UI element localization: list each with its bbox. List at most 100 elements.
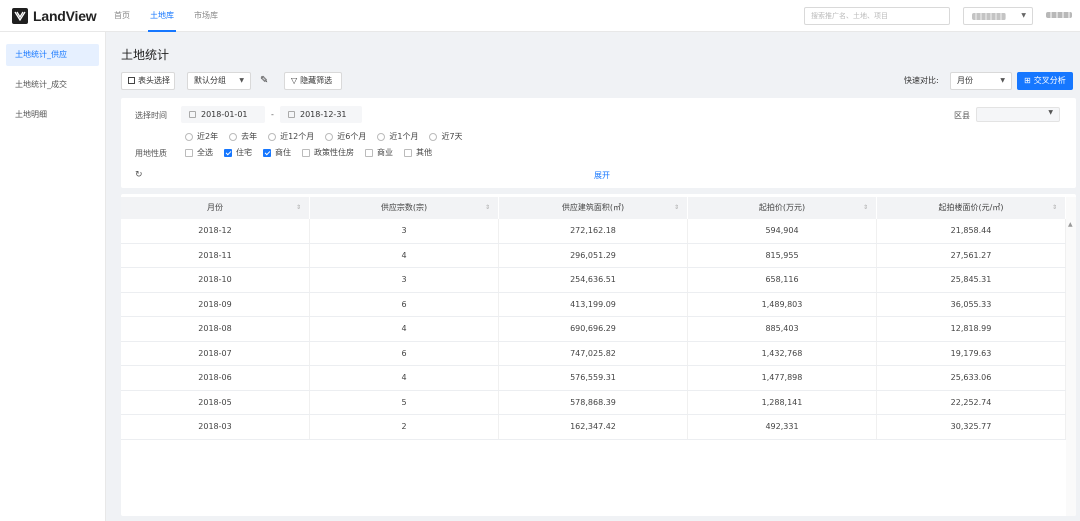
- table-cell: 2018-06: [121, 366, 310, 390]
- range-option-2y[interactable]: 近2年: [185, 131, 218, 142]
- nav-land-library[interactable]: 土地库: [142, 0, 182, 32]
- column-header-supply-area[interactable]: 供应建筑面积(㎡) ⇕: [499, 197, 688, 219]
- usage-option-commercial-residential[interactable]: 商住: [263, 147, 291, 158]
- usage-option-residential[interactable]: 住宅: [224, 147, 252, 158]
- time-label: 选择时间: [135, 111, 167, 120]
- scroll-up-icon[interactable]: ▲: [1068, 221, 1073, 228]
- table-cell: 885,403: [688, 317, 877, 341]
- column-header-start-price[interactable]: 起拍价(万元) ⇕: [688, 197, 877, 219]
- table-cell: 1,432,768: [688, 341, 877, 365]
- chevron-down-icon: ▼: [239, 77, 244, 84]
- usage-option-commercial[interactable]: 商业: [365, 147, 393, 158]
- end-date-input[interactable]: 2018-12-31: [280, 106, 362, 123]
- quick-compare-select[interactable]: 月份 ▼: [950, 72, 1012, 90]
- table-cell: 6: [310, 341, 499, 365]
- toolbar: 表头选择 默认分组 ▼ ✎ ▽ 隐藏筛选 快速对比: 月份 ▼ ⊞ 交叉分析: [121, 72, 1076, 90]
- nav-market-library[interactable]: 市场库: [186, 0, 226, 32]
- table-cell: 2018-05: [121, 390, 310, 414]
- table-cell: 162,347.42: [499, 415, 688, 439]
- table-body: 2018-12 3 272,162.18 594,904 21,858.44 2018-1…: [121, 219, 1066, 440]
- checkbox-checked-icon: [263, 148, 271, 157]
- table-row[interactable]: 2018-03 2 162,347.42 492,331 30,325.77: [121, 415, 1066, 440]
- usage-label: 用地性质: [135, 149, 167, 158]
- range-option-7d[interactable]: 近7天: [429, 131, 463, 142]
- table-scrollbar[interactable]: ▲: [1066, 197, 1076, 516]
- table-row[interactable]: 2018-08 4 690,696.29 885,403 12,818.99: [121, 317, 1066, 342]
- table-cell: 2018-12: [121, 219, 310, 243]
- range-option-6m[interactable]: 近6个月: [325, 131, 366, 142]
- table-row[interactable]: 2018-10 3 254,636.51 658,116 25,845.31: [121, 268, 1066, 293]
- table-row[interactable]: 2018-06 4 576,559.31 1,477,898 25,633.06: [121, 366, 1066, 391]
- table-cell: 1,477,898: [688, 366, 877, 390]
- usage-option-all[interactable]: 全选: [185, 147, 213, 158]
- table-cell: 2018-08: [121, 317, 310, 341]
- nav-home[interactable]: 首页: [106, 0, 138, 32]
- sort-icon[interactable]: ⇕: [863, 197, 868, 219]
- sort-icon[interactable]: ⇕: [1052, 197, 1057, 219]
- table-cell: 2018-07: [121, 341, 310, 365]
- grid-icon: ⊞: [1024, 76, 1031, 85]
- usage-option-policy-housing[interactable]: 政策性住房: [302, 147, 354, 158]
- table-cell: 12,818.99: [877, 317, 1066, 341]
- table-icon: [128, 77, 135, 84]
- usage-option-other[interactable]: 其他: [404, 147, 432, 158]
- table-cell: 2018-09: [121, 292, 310, 316]
- column-header-month[interactable]: 月份 ⇕: [121, 197, 310, 219]
- reset-icon[interactable]: ↻: [135, 170, 143, 180]
- app-logo[interactable]: LandView: [12, 7, 97, 25]
- table-cell: 4: [310, 317, 499, 341]
- table-cell: 4: [310, 243, 499, 267]
- table-cell: 747,025.82: [499, 341, 688, 365]
- table-cell: 2018-11: [121, 243, 310, 267]
- chevron-down-icon: ▼: [1000, 77, 1005, 84]
- table-cell: 1,288,141: [688, 390, 877, 414]
- table-cell: 2018-10: [121, 268, 310, 292]
- sidebar-item-land-detail[interactable]: 土地明细: [6, 104, 99, 126]
- chevron-down-icon: ▼: [1048, 109, 1053, 116]
- table-row[interactable]: 2018-11 4 296,051.29 815,955 27,561.27: [121, 243, 1066, 268]
- group-select[interactable]: 默认分组 ▼: [187, 72, 251, 90]
- table-cell: 296,051.29: [499, 243, 688, 267]
- column-header-floor-price[interactable]: 起拍楼面价(元/㎡) ⇕: [877, 197, 1066, 219]
- user-switcher[interactable]: ▼: [963, 7, 1033, 25]
- start-date-input[interactable]: 2018-01-01: [181, 106, 265, 123]
- table-cell: 690,696.29: [499, 317, 688, 341]
- blurred-user-menu[interactable]: [1046, 12, 1072, 18]
- blurred-username: [972, 13, 1006, 20]
- sidebar-item-land-deal[interactable]: 土地统计_成交: [6, 74, 99, 96]
- calendar-icon: [189, 111, 196, 118]
- hide-filter-button[interactable]: ▽ 隐藏筛选: [284, 72, 342, 90]
- table-cell: 6: [310, 292, 499, 316]
- column-select-button[interactable]: 表头选择: [121, 72, 175, 90]
- table-row[interactable]: 2018-05 5 578,868.39 1,288,141 22,252.74: [121, 390, 1066, 415]
- table-cell: 4: [310, 366, 499, 390]
- sort-icon[interactable]: ⇕: [674, 197, 679, 219]
- statistics-table: 月份 ⇕ 供应宗数(宗) ⇕ 供应建筑面积(㎡) ⇕ 起拍价(万元) ⇕ 起拍楼面价(元…: [121, 194, 1076, 516]
- column-header-supply-count[interactable]: 供应宗数(宗) ⇕: [310, 197, 499, 219]
- checkbox-checked-icon: [224, 148, 232, 157]
- table-cell: 2: [310, 415, 499, 439]
- edit-icon[interactable]: ✎: [260, 72, 268, 90]
- time-range-options: 近2年 去年 近12个月 近6个月 近1个月 近7天: [185, 131, 474, 142]
- region-select[interactable]: ▼: [976, 107, 1060, 122]
- table-cell: 2018-03: [121, 415, 310, 439]
- search-input[interactable]: 搜索推广名、土地、项目: [804, 7, 950, 25]
- table-cell: 30,325.77: [877, 415, 1066, 439]
- table-cell: 413,199.09: [499, 292, 688, 316]
- page-title: 土地统计: [121, 48, 170, 62]
- range-option-12m[interactable]: 近12个月: [268, 131, 314, 142]
- sidebar: 土地统计_供应 土地统计_成交 土地明细: [0, 32, 106, 521]
- sort-icon[interactable]: ⇕: [296, 197, 301, 219]
- table-row[interactable]: 2018-09 6 413,199.09 1,489,803 36,055.33: [121, 292, 1066, 317]
- calendar-icon: [288, 111, 295, 118]
- expand-link[interactable]: 展开: [594, 170, 610, 181]
- range-option-1m[interactable]: 近1个月: [377, 131, 418, 142]
- table-cell: 25,633.06: [877, 366, 1066, 390]
- range-option-last-year[interactable]: 去年: [229, 131, 257, 142]
- cross-analysis-button[interactable]: ⊞ 交叉分析: [1017, 72, 1073, 90]
- sidebar-item-land-supply[interactable]: 土地统计_供应: [6, 44, 99, 66]
- sort-icon[interactable]: ⇕: [485, 197, 490, 219]
- table-cell: 254,636.51: [499, 268, 688, 292]
- table-row[interactable]: 2018-07 6 747,025.82 1,432,768 19,179.63: [121, 341, 1066, 366]
- table-row[interactable]: 2018-12 3 272,162.18 594,904 21,858.44: [121, 219, 1066, 244]
